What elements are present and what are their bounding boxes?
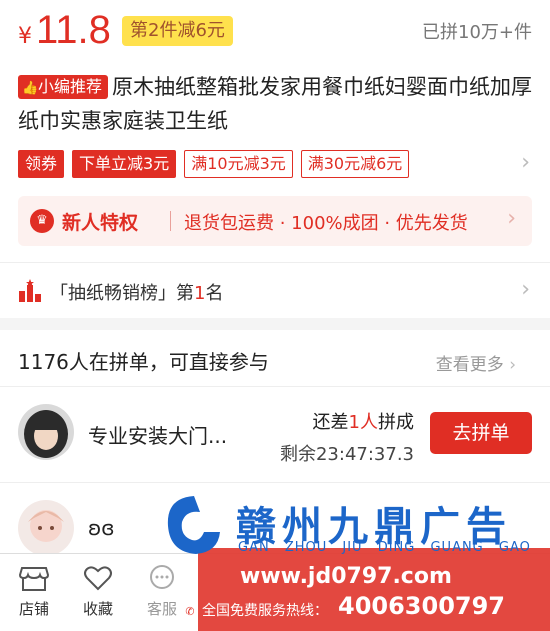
ranking-suffix: 名 bbox=[205, 283, 224, 304]
ad-watermark: 赣州九鼎广告 GAN ZHOU JIU DING GUANG GAO www.j… bbox=[160, 492, 550, 631]
join-group-button[interactable]: 去拼单 bbox=[430, 412, 532, 454]
ad-hotline-number: 4006300797 bbox=[338, 592, 505, 620]
ad-hotline-text: 全国免费服务热线： bbox=[202, 603, 328, 619]
ad-company-pinyin: GAN ZHOU JIU DING GUANG GAO bbox=[238, 540, 531, 555]
coupon-10-3[interactable]: 满10元减3元 bbox=[184, 150, 293, 178]
need-suffix: 拼成 bbox=[378, 412, 414, 433]
coupon-get[interactable]: 领券 bbox=[18, 150, 65, 178]
ranking-text: 「抽纸畅销榜」第1名 bbox=[50, 279, 223, 305]
group-buy-item: 专业安装大门... 还差1人拼成 剩余23:47:37.3 去拼单 bbox=[0, 390, 550, 482]
tab-store[interactable]: 店铺 bbox=[4, 564, 64, 619]
sold-count: 已拼10万+件 bbox=[422, 22, 532, 43]
ranking-icon bbox=[19, 279, 41, 302]
view-more-label: 查看更多 bbox=[435, 355, 504, 375]
chevron-right-icon[interactable]: › bbox=[521, 150, 530, 175]
ranking-number: 1 bbox=[194, 283, 206, 304]
phone-icon: ✆ bbox=[182, 604, 198, 620]
product-title-block: 👍小编推荐 原木抽纸整箱批发家用餐巾纸妇婴面巾纸加厚纸巾实惠家庭装卫生纸 bbox=[18, 70, 533, 138]
member-name: ʚɞ bbox=[88, 516, 115, 540]
coupon-instant[interactable]: 下单立减3元 bbox=[72, 150, 177, 178]
tab-favorite-label: 收藏 bbox=[82, 600, 113, 618]
chevron-right-icon: › bbox=[521, 277, 530, 302]
price-row: ¥ 11.8 第2件减6元 已拼10万+件 bbox=[0, 0, 550, 66]
price-value: 11.8 bbox=[36, 8, 111, 52]
crown-icon: ♛ bbox=[30, 209, 54, 233]
company-logo bbox=[167, 496, 220, 554]
coupon-30-6[interactable]: 满30元减6元 bbox=[300, 150, 410, 178]
section-gap bbox=[0, 318, 550, 330]
new-user-banner[interactable]: ♛ 新人特权 退货包运费 · 100%成团 · 优先发货 › bbox=[18, 196, 532, 246]
promo-badge: 第2件减6元 bbox=[122, 16, 233, 46]
avatar bbox=[18, 500, 74, 556]
divider bbox=[0, 482, 550, 483]
coupon-row[interactable]: 领券 下单立减3元 满10元减3元 满30元减6元 bbox=[18, 150, 410, 178]
remaining-time: 剩余23:47:37.3 bbox=[279, 444, 414, 465]
chevron-right-icon: › bbox=[507, 206, 516, 231]
ranking-prefix: 「抽纸畅销榜」第 bbox=[50, 283, 194, 304]
need-prefix: 还差 bbox=[312, 412, 349, 433]
ad-website: www.jd0797.com bbox=[240, 564, 452, 589]
ranking-row[interactable]: 「抽纸畅销榜」第1名 › bbox=[0, 262, 550, 318]
ad-hotline-label: ✆ 全国免费服务热线： bbox=[182, 600, 328, 620]
tab-favorite[interactable]: 收藏 bbox=[68, 564, 128, 619]
group-buy-header: 1176人在拼单，可直接参与 bbox=[18, 350, 269, 374]
need-count: 1人 bbox=[348, 412, 378, 433]
heart-icon bbox=[84, 566, 112, 591]
chevron-right-icon: › bbox=[509, 355, 516, 375]
new-user-desc: 退货包运费 · 100%成团 · 优先发货 bbox=[184, 213, 468, 234]
editor-tag-label: 小编推荐 bbox=[38, 77, 103, 96]
avatar bbox=[18, 404, 74, 460]
member-name: 专业安装大门... bbox=[88, 424, 228, 448]
new-user-title: 新人特权 bbox=[62, 212, 139, 234]
store-icon bbox=[19, 567, 49, 591]
currency-symbol: ¥ bbox=[18, 24, 32, 49]
tab-store-label: 店铺 bbox=[18, 600, 49, 618]
thumbs-up-icon: 👍 bbox=[22, 81, 39, 96]
divider bbox=[0, 386, 550, 387]
view-more-link[interactable]: 查看更多 › bbox=[436, 350, 516, 375]
need-count-text: 还差1人拼成 bbox=[313, 408, 414, 434]
divider bbox=[170, 211, 171, 231]
editor-recommend-tag: 👍小编推荐 bbox=[18, 75, 109, 99]
